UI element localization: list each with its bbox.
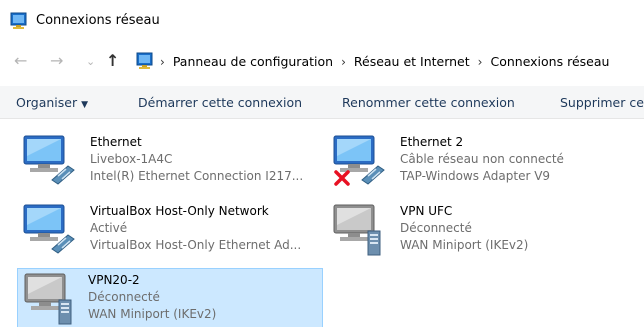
breadcrumb-control-panel[interactable]: Panneau de configuration xyxy=(173,54,333,69)
control-panel-icon xyxy=(136,52,153,69)
connection-item-vpn20-2[interactable]: VPN20-2 Déconnecté WAN Miniport (IKEv2) xyxy=(17,268,323,327)
vpn-adapter-icon xyxy=(333,204,381,256)
rename-connection-button[interactable]: Renommer cette connexion xyxy=(342,95,515,110)
connection-device: TAP-Windows Adapter V9 xyxy=(400,169,551,183)
connection-device: WAN Miniport (IKEv2) xyxy=(400,238,529,252)
breadcrumb: › Panneau de configuration › Réseau et I… xyxy=(160,54,609,69)
connection-name: Ethernet 2 xyxy=(400,135,464,149)
connection-status: Déconnecté xyxy=(400,221,472,235)
connection-item-virtualbox[interactable]: VirtualBox Host-Only Network Activé Virt… xyxy=(20,201,320,259)
connection-status: Déconnecté xyxy=(88,290,160,304)
vpn-adapter-icon xyxy=(24,273,72,325)
title-bar: Connexions réseau xyxy=(0,0,644,42)
connection-item-ethernet[interactable]: Ethernet Livebox-1A4C Intel(R) Ethernet … xyxy=(20,132,320,190)
ethernet-adapter-disconnected-icon xyxy=(333,135,385,186)
connection-status: Activé xyxy=(90,221,128,235)
breadcrumb-chevron-icon[interactable]: › xyxy=(341,55,346,69)
connection-device: VirtualBox Host-Only Ethernet Ad... xyxy=(90,238,302,252)
disconnected-x-icon xyxy=(334,170,350,186)
forward-arrow-icon[interactable]: → xyxy=(50,51,63,71)
ethernet-adapter-icon xyxy=(23,204,75,254)
breadcrumb-chevron-icon[interactable]: › xyxy=(478,55,483,69)
connection-name: VPN20-2 xyxy=(88,273,140,287)
connection-name: VPN UFC xyxy=(400,204,453,218)
command-bar: Organiser ▼ Démarrer cette connexion Reno… xyxy=(0,86,644,119)
recent-locations-chevron-icon[interactable]: ⌄ xyxy=(86,52,95,72)
connection-item-ethernet-2[interactable]: Ethernet 2 Câble réseau non connecté TAP… xyxy=(330,132,630,190)
window-title: Connexions réseau xyxy=(36,13,160,28)
breadcrumb-network-connections[interactable]: Connexions réseau xyxy=(490,54,609,69)
organize-label: Organiser xyxy=(16,95,78,110)
breadcrumb-chevron-icon[interactable]: › xyxy=(160,55,165,69)
organize-button[interactable]: Organiser ▼ xyxy=(16,95,88,110)
connection-status: Câble réseau non connecté xyxy=(400,152,564,166)
start-connection-button[interactable]: Démarrer cette connexion xyxy=(138,95,302,110)
back-arrow-icon[interactable]: ← xyxy=(14,51,27,71)
up-arrow-icon[interactable]: ↑ xyxy=(106,51,119,71)
caret-down-icon: ▼ xyxy=(81,100,89,110)
connection-name: Ethernet xyxy=(90,135,142,149)
connection-device: Intel(R) Ethernet Connection I217... xyxy=(90,169,304,183)
connection-device: WAN Miniport (IKEv2) xyxy=(88,307,217,321)
connection-status: Livebox-1A4C xyxy=(90,152,173,166)
network-connections-icon xyxy=(10,12,27,29)
delete-connection-button[interactable]: Supprimer ce xyxy=(560,95,644,110)
breadcrumb-network-internet[interactable]: Réseau et Internet xyxy=(354,54,470,69)
connection-name: VirtualBox Host-Only Network xyxy=(90,204,269,218)
ethernet-adapter-icon xyxy=(23,135,75,185)
connection-item-vpn-ufc[interactable]: VPN UFC Déconnecté WAN Miniport (IKEv2) xyxy=(330,201,630,259)
